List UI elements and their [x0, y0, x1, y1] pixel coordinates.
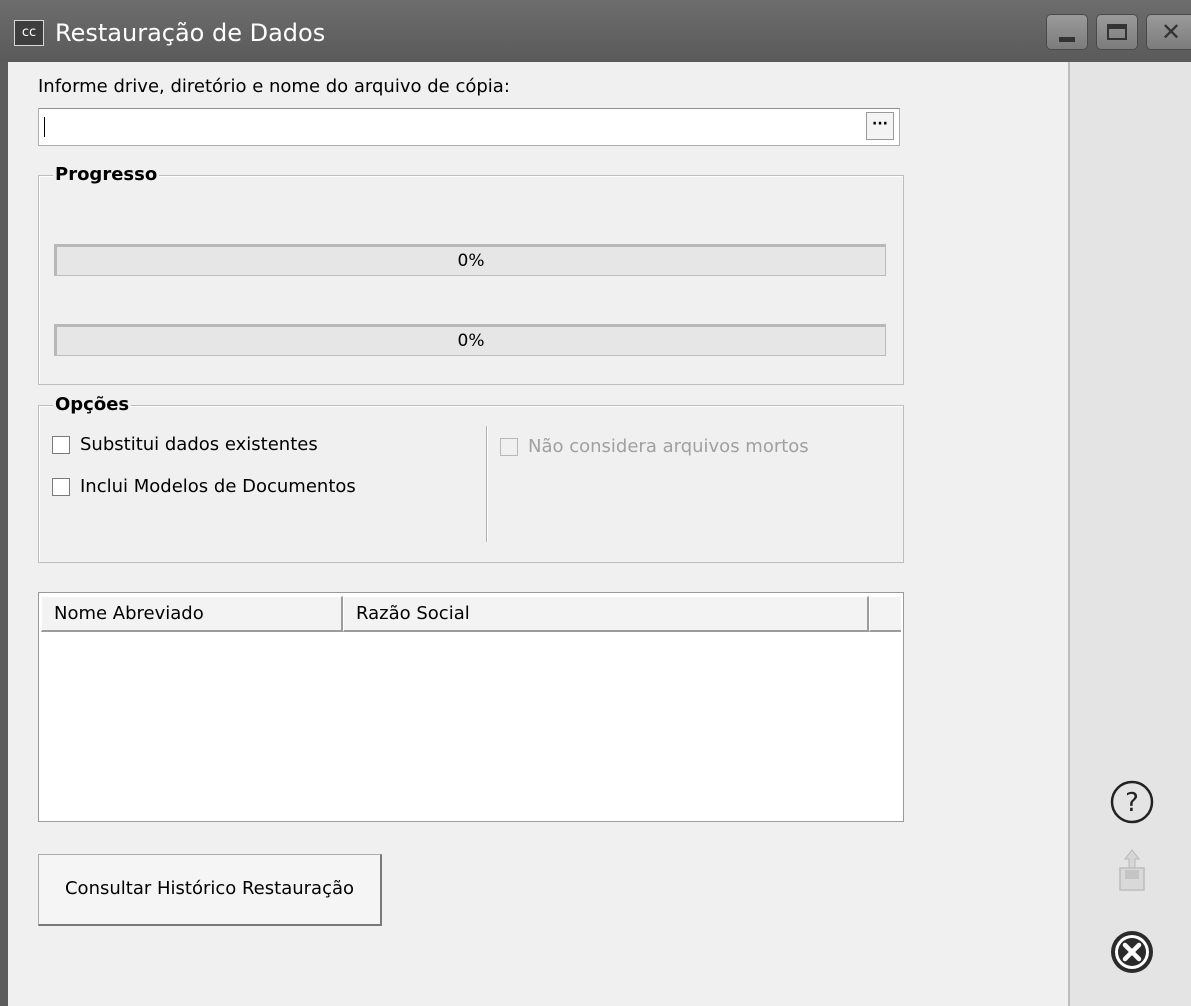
checkbox-label: Substitui dados existentes — [80, 434, 318, 455]
file-path-input[interactable]: ··· — [38, 108, 900, 146]
column-header-company-name[interactable]: Razão Social — [343, 596, 869, 632]
maximize-button[interactable] — [1096, 14, 1138, 50]
minimize-icon — [1059, 37, 1075, 42]
close-icon: ✕ — [1161, 18, 1182, 46]
view-restore-history-button[interactable]: Consultar Histórico Restauração — [38, 854, 382, 926]
restore-data-window: cc Restauração de Dados ✕ Informe drive,… — [0, 0, 1191, 1006]
company-list[interactable]: Nome Abreviado Razão Social — [38, 592, 904, 822]
list-header: Nome Abreviado Razão Social — [41, 596, 901, 632]
checkbox-box — [500, 437, 518, 456]
checkbox-label: Não considera arquivos mortos — [528, 436, 809, 457]
minimize-button[interactable] — [1046, 14, 1088, 50]
window-close-button[interactable]: ✕ — [1146, 14, 1191, 50]
progress-bar-2-text: 0% — [457, 331, 485, 351]
window-border — [0, 62, 8, 1006]
checkbox-box[interactable] — [52, 477, 70, 496]
column-header-filler — [869, 596, 901, 632]
include-document-templates-checkbox[interactable]: Inclui Modelos de Documentos — [52, 476, 356, 497]
svg-text:?: ? — [1125, 788, 1139, 818]
file-path-label: Informe drive, diretório e nome do arqui… — [38, 76, 510, 97]
app-icon[interactable]: cc — [14, 20, 44, 46]
close-circle-icon[interactable] — [1108, 928, 1156, 976]
text-caret — [44, 117, 45, 137]
progress-group-title: Progresso — [53, 164, 160, 186]
export-icon[interactable] — [1108, 846, 1156, 894]
progress-bar-2: 0% — [54, 324, 886, 356]
progress-bar-1: 0% — [54, 244, 886, 276]
window-title: Restauração de Dados — [55, 19, 326, 47]
column-header-short-name[interactable]: Nome Abreviado — [41, 596, 343, 632]
checkbox-box[interactable] — [52, 435, 70, 454]
checkbox-label: Inclui Modelos de Documentos — [80, 476, 356, 497]
options-group-title: Opções — [53, 394, 132, 416]
titlebar[interactable]: cc Restauração de Dados ✕ — [0, 0, 1191, 62]
browse-button[interactable]: ··· — [866, 112, 894, 140]
help-icon[interactable]: ? — [1108, 778, 1156, 826]
replace-existing-data-checkbox[interactable]: Substitui dados existentes — [52, 434, 318, 455]
progress-bar-1-text: 0% — [457, 251, 485, 271]
ignore-dead-files-checkbox: Não considera arquivos mortos — [500, 436, 809, 457]
maximize-icon — [1107, 24, 1127, 40]
options-separator — [486, 426, 488, 542]
